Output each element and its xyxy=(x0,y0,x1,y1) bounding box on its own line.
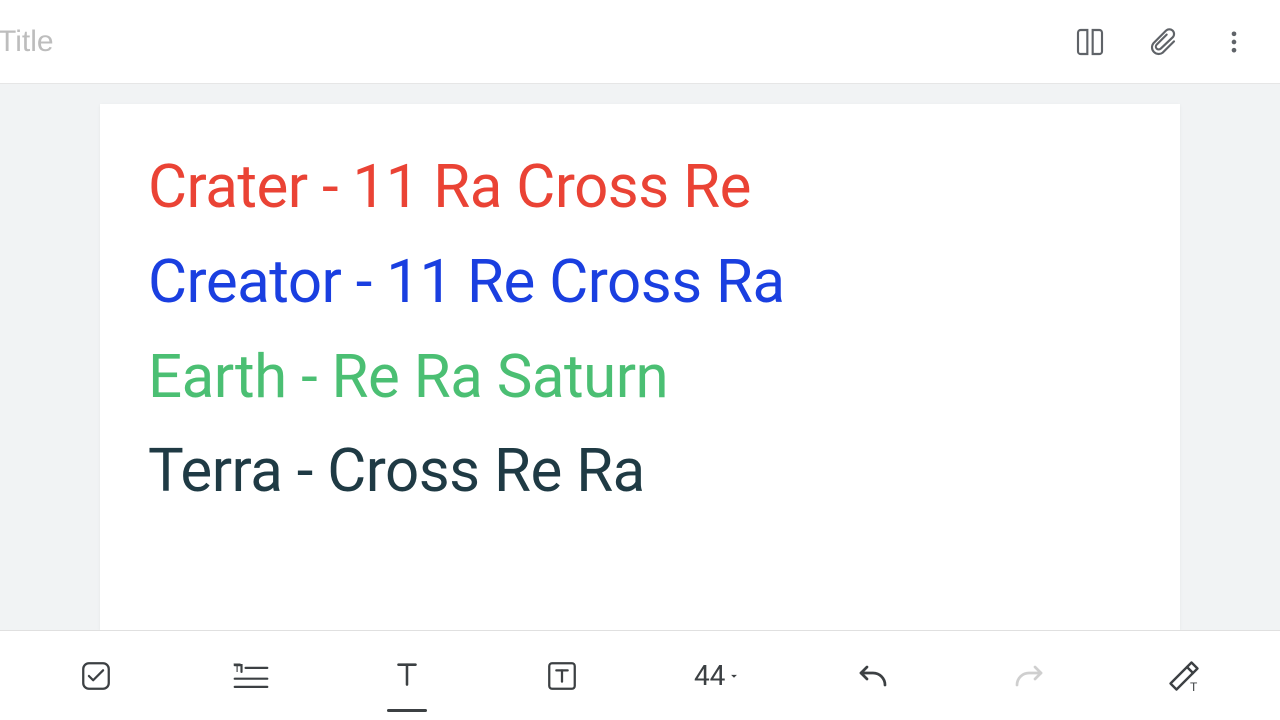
font-size-value: 44 xyxy=(694,659,725,692)
document-line[interactable]: Earth - Re Ra Saturn xyxy=(148,330,1132,425)
font-size-button[interactable]: 44 xyxy=(682,659,754,692)
attach-button[interactable] xyxy=(1144,24,1180,60)
content-area: Crater - 11 Ra Cross ReCreator - 11 Re C… xyxy=(0,84,1280,630)
read-mode-button[interactable] xyxy=(1072,24,1108,60)
paragraph-style-button[interactable]: T xyxy=(215,646,287,706)
dropdown-arrow-icon xyxy=(727,669,741,683)
redo-icon xyxy=(1010,661,1048,691)
document-line[interactable]: Terra - Cross Re Ra xyxy=(148,424,1132,519)
paragraph-style-icon: T xyxy=(232,659,270,693)
svg-text:T: T xyxy=(234,660,242,674)
handwriting-button[interactable]: T xyxy=(1148,646,1220,706)
text-box-icon xyxy=(545,659,579,693)
more-vertical-icon xyxy=(1220,28,1248,56)
book-icon xyxy=(1074,26,1106,58)
top-bar xyxy=(0,0,1280,84)
text-format-icon xyxy=(390,659,424,693)
redo-button[interactable] xyxy=(993,646,1065,706)
document-line[interactable]: Creator - 11 Re Cross Ra xyxy=(148,235,1132,330)
document-line[interactable]: Crater - 11 Ra Cross Re xyxy=(148,140,1132,235)
text-format-button[interactable] xyxy=(371,646,443,706)
more-button[interactable] xyxy=(1216,24,1252,60)
title-input[interactable] xyxy=(0,25,1056,59)
pen-text-icon: T xyxy=(1166,658,1202,694)
checkbox-tool-button[interactable] xyxy=(60,646,132,706)
bottom-toolbar: T 44 T xyxy=(0,630,1280,720)
top-actions xyxy=(1072,24,1252,60)
document-page[interactable]: Crater - 11 Ra Cross ReCreator - 11 Re C… xyxy=(100,104,1180,630)
undo-button[interactable] xyxy=(837,646,909,706)
text-box-button[interactable] xyxy=(526,646,598,706)
undo-icon xyxy=(854,661,892,691)
checkbox-icon xyxy=(79,659,113,693)
svg-text:T: T xyxy=(1190,680,1198,694)
paperclip-icon xyxy=(1146,26,1178,58)
